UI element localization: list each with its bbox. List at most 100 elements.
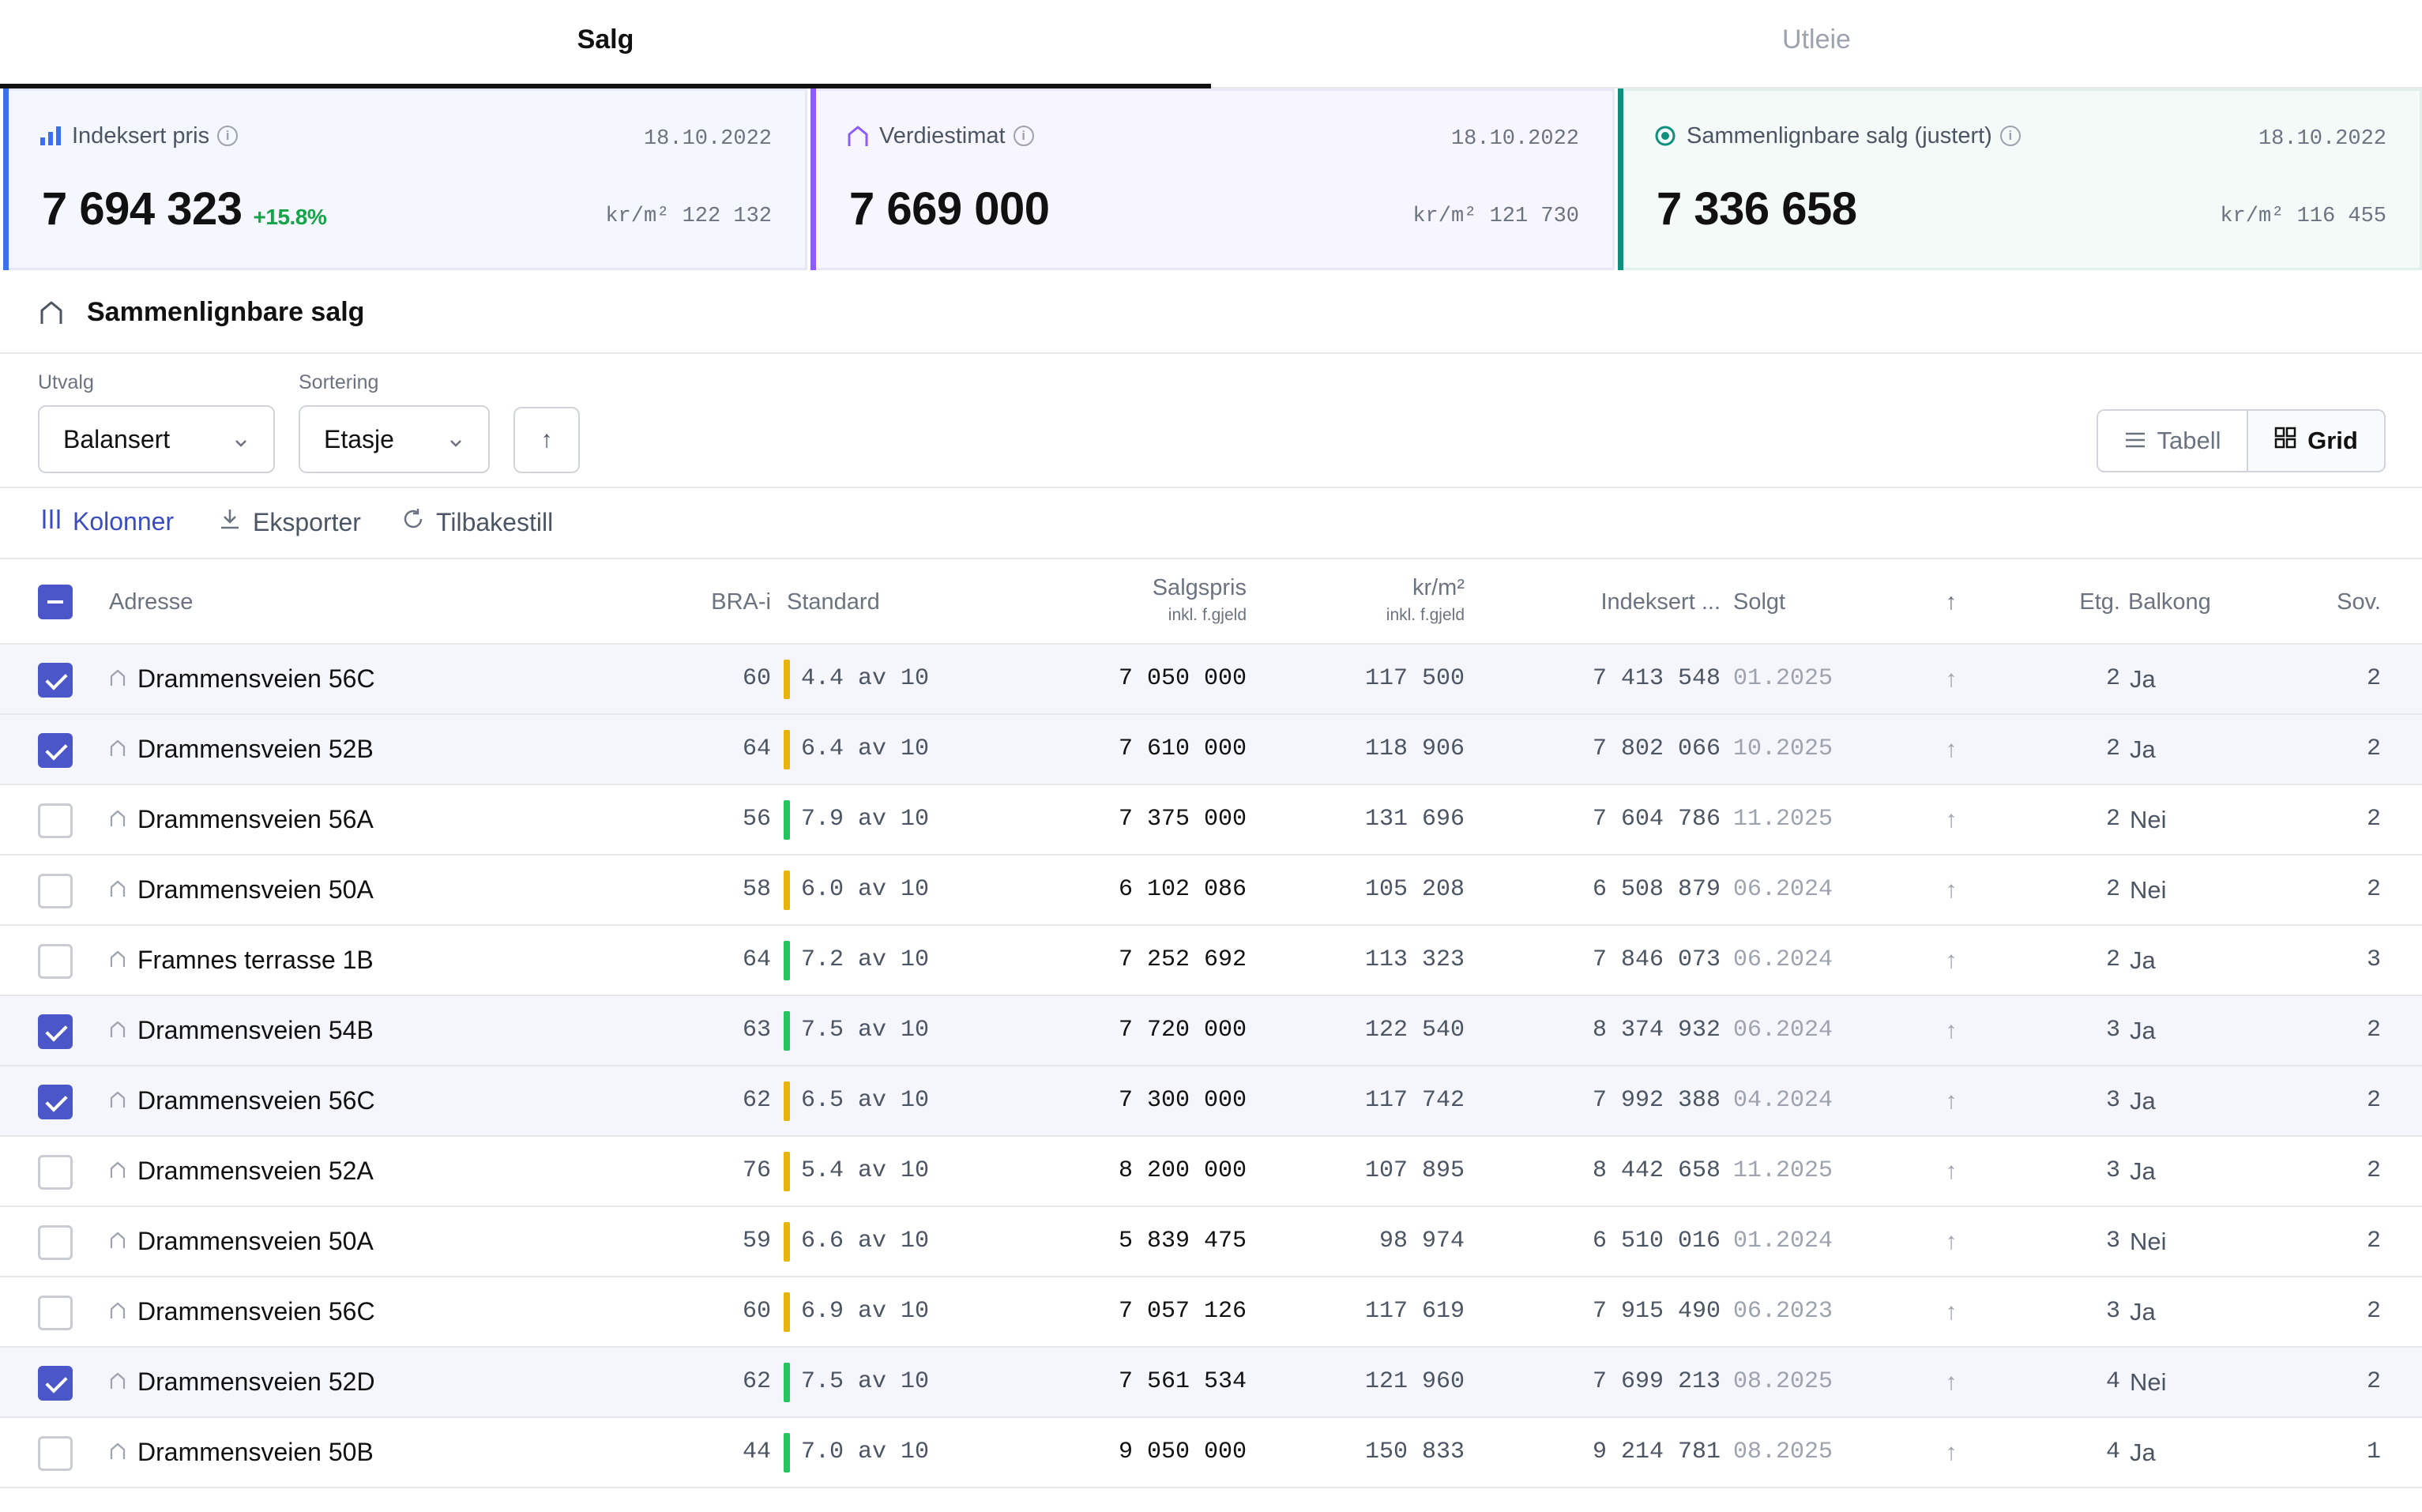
row-checkbox[interactable] [38, 663, 73, 698]
utvalg-select[interactable]: Balansert [38, 405, 275, 473]
solgt-cell: 06.2024 [1733, 946, 1833, 973]
col-solgt[interactable]: Solgt [1733, 589, 1785, 615]
etg-cell: 2 [2105, 946, 2120, 973]
card-label-text: Sammenlignbare salg (justert) [1687, 122, 1992, 149]
sov-cell: 2 [2366, 1157, 2381, 1184]
table-row[interactable]: Drammensveien 50A 59 6.6 av 10 5 839 475 98 … [0, 1207, 2422, 1277]
standard-text: 7.2 av 10 [801, 946, 930, 973]
standard-indicator [784, 1362, 790, 1402]
house-icon [109, 1277, 126, 1346]
card-accent-bar [3, 88, 9, 270]
col-krm[interactable]: kr/m² inkl. f.gjeld [1296, 575, 1465, 625]
row-checkbox[interactable] [38, 1296, 73, 1330]
standard-indicator [784, 659, 790, 699]
salgspris-cell: 7 050 000 [1118, 665, 1247, 692]
table-row[interactable]: Drammensveien 52A 76 5.4 av 10 8 200 000 107… [0, 1137, 2422, 1207]
address-cell[interactable]: Drammensveien 50B [109, 1418, 374, 1487]
row-checkbox[interactable] [38, 874, 73, 908]
tab-utleie[interactable]: Utleie [1211, 0, 2422, 88]
table-row[interactable]: Drammensveien 56C 60 6.9 av 10 7 057 126 117… [0, 1277, 2422, 1348]
col-indeksert[interactable]: Indeksert ... [1501, 589, 1721, 615]
standard-cell: 6.5 av 10 [784, 1066, 989, 1135]
table-row[interactable]: Drammensveien 52B 64 6.4 av 10 7 610 000 118… [0, 715, 2422, 785]
address-cell[interactable]: Drammensveien 56C [109, 645, 375, 713]
address-cell[interactable]: Drammensveien 52A [109, 1137, 374, 1205]
target-icon [1652, 122, 1679, 149]
row-checkbox[interactable] [38, 944, 73, 979]
chevron-down-icon [447, 429, 464, 458]
row-checkbox[interactable] [38, 1225, 73, 1260]
list-icon [2124, 427, 2146, 455]
address-cell[interactable]: Drammensveien 52B [109, 715, 374, 784]
address-cell[interactable]: Drammensveien 50A [109, 1207, 374, 1276]
col-bra[interactable]: BRA-i [695, 589, 771, 615]
row-checkbox[interactable] [38, 1155, 73, 1190]
col-balkong[interactable]: Balkong [2128, 589, 2211, 615]
address-cell[interactable]: Drammensveien 50A [109, 856, 374, 924]
table-row[interactable]: Drammensveien 54B 63 7.5 av 10 7 720 000 122… [0, 996, 2422, 1066]
address-cell[interactable]: Drammensveien 54B [109, 996, 374, 1065]
balkong-cell: Ja [2130, 1439, 2156, 1466]
sort-direction-button[interactable]: ↑ [513, 407, 580, 473]
address-cell[interactable]: Drammensveien 56C [109, 1277, 375, 1346]
table-row[interactable]: Drammensveien 52D 62 7.5 av 10 7 561 534 121… [0, 1348, 2422, 1418]
col-etg[interactable]: Etg. [2038, 589, 2120, 615]
standard-text: 5.4 av 10 [801, 1157, 930, 1184]
eksporter-button[interactable]: Eksporter [218, 507, 361, 537]
info-icon[interactable]: i [1999, 126, 2021, 146]
address-cell[interactable]: Drammensveien 56A [109, 785, 374, 854]
standard-cell: 6.4 av 10 [784, 715, 989, 784]
house-icon [109, 1207, 126, 1276]
sortering-select[interactable]: Etasje [299, 405, 490, 473]
house-icon [109, 996, 126, 1065]
row-checkbox[interactable] [38, 1366, 73, 1401]
address-cell[interactable]: Drammensveien 52D [109, 1348, 375, 1416]
standard-cell: 6.6 av 10 [784, 1207, 989, 1276]
table-row[interactable]: Drammensveien 56C 60 4.4 av 10 7 050 000 117… [0, 645, 2422, 715]
kolonner-label: Kolonner [73, 507, 175, 536]
row-checkbox[interactable] [38, 1436, 73, 1471]
row-checkbox[interactable] [38, 1014, 73, 1049]
krm-cell: 118 906 [1364, 735, 1465, 762]
table-row[interactable]: Drammensveien 56C 62 6.5 av 10 7 300 000 117… [0, 1066, 2422, 1137]
indeksert-cell: 7 846 073 [1592, 946, 1721, 973]
standard-cell: 7.9 av 10 [784, 785, 989, 854]
table-row[interactable]: Drammensveien 50A 58 6.0 av 10 6 102 086 105… [0, 856, 2422, 926]
section-title: Sammenlignbare salg [87, 297, 365, 327]
house-icon [109, 1348, 126, 1416]
standard-text: 4.4 av 10 [801, 665, 930, 692]
view-grid-button[interactable]: Grid [2248, 411, 2384, 471]
info-icon[interactable]: i [217, 126, 239, 146]
row-checkbox[interactable] [38, 1085, 73, 1119]
select-all-checkbox[interactable] [38, 585, 73, 619]
solgt-cell: 08.2025 [1733, 1368, 1833, 1395]
grid-icon [2274, 427, 2296, 455]
view-tabell-button[interactable]: Tabell [2098, 411, 2248, 471]
address-cell[interactable]: Drammensveien 56C [109, 1066, 375, 1135]
indeksert-cell: 7 604 786 [1592, 806, 1721, 833]
table-row[interactable]: Drammensveien 50B 44 7.0 av 10 9 050 000 150… [0, 1418, 2422, 1488]
col-salgspris[interactable]: Salgspris inkl. f.gjeld [1027, 575, 1247, 625]
indeksert-cell: 6 508 879 [1592, 876, 1721, 903]
row-checkbox[interactable] [38, 733, 73, 768]
krm-cell: 117 742 [1364, 1087, 1465, 1114]
sov-cell: 2 [2366, 1368, 2381, 1395]
krm-cell: 113 323 [1364, 946, 1465, 973]
table-row[interactable]: Drammensveien 56A 56 7.9 av 10 7 375 000 131… [0, 785, 2422, 856]
col-adresse[interactable]: Adresse [109, 589, 193, 615]
col-sort-arrow[interactable]: ↑ [1927, 589, 1975, 615]
kolonner-button[interactable]: Kolonner [41, 507, 174, 536]
tab-salg[interactable]: Salg [0, 0, 1211, 88]
info-icon[interactable]: i [1013, 126, 1034, 146]
solgt-cell: 06.2023 [1733, 1298, 1833, 1325]
tilbakestill-button[interactable]: Tilbakestill [401, 507, 553, 537]
col-sov[interactable]: Sov. [2291, 589, 2381, 615]
col-standard[interactable]: Standard [787, 589, 880, 615]
krm-cell: 122 540 [1364, 1017, 1465, 1044]
view-grid-label: Grid [2307, 427, 2358, 454]
arrow-up-icon: ↑ [1945, 1299, 1958, 1325]
standard-text: 7.9 av 10 [801, 806, 930, 833]
table-row[interactable]: Framnes terrasse 1B 64 7.2 av 10 7 252 692 1… [0, 926, 2422, 996]
address-cell[interactable]: Framnes terrasse 1B [109, 926, 374, 995]
row-checkbox[interactable] [38, 803, 73, 838]
